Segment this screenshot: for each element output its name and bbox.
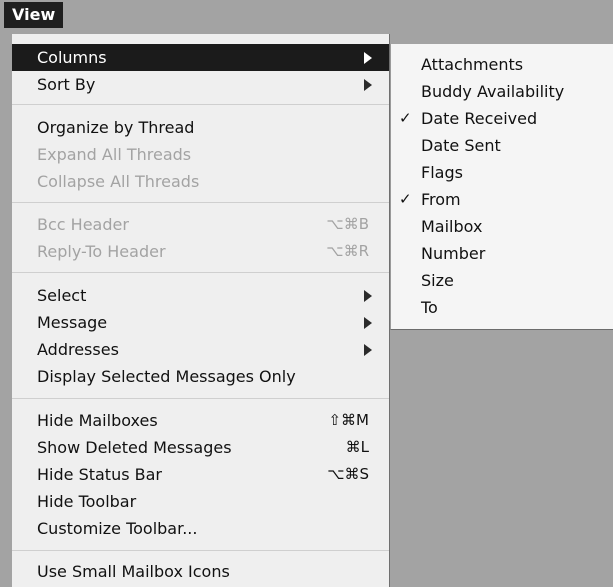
menu-item-use-small-mailbox-icons[interactable]: Use Small Mailbox Icons: [12, 558, 389, 585]
menu-item-label: Organize by Thread: [37, 118, 195, 137]
menu-item-label: Use Small Mailbox Icons: [37, 562, 230, 581]
menu-separator: [12, 398, 389, 399]
menu-item-customize-toolbar[interactable]: Customize Toolbar...: [12, 515, 389, 542]
menu-item-display-selected-messages-only[interactable]: Display Selected Messages Only: [12, 363, 389, 390]
menu-item-label: Hide Status Bar: [37, 465, 162, 484]
submenu-item-date-received[interactable]: ✓ Date Received: [391, 105, 613, 132]
menu-separator: [12, 104, 389, 105]
menu-separator: [12, 550, 389, 551]
submenu-item-label: Mailbox: [421, 217, 483, 236]
shortcut-label: ⇧⌘M: [328, 411, 369, 429]
submenu-arrow-icon: [364, 290, 372, 302]
submenu-item-label: To: [421, 298, 438, 317]
submenu-item-to[interactable]: To: [391, 294, 613, 321]
submenu-item-mailbox[interactable]: Mailbox: [391, 213, 613, 240]
submenu-item-date-sent[interactable]: Date Sent: [391, 132, 613, 159]
menu-item-sort-by[interactable]: Sort By: [12, 71, 389, 98]
menu-item-collapse-all-threads[interactable]: Collapse All Threads: [12, 168, 389, 195]
menu-item-label: Select: [37, 286, 87, 305]
submenu-item-label: Flags: [421, 163, 463, 182]
menu-item-organize-by-thread[interactable]: Organize by Thread: [12, 114, 389, 141]
submenu-item-label: Attachments: [421, 55, 524, 74]
submenu-arrow-icon: [364, 317, 372, 329]
submenu-item-number[interactable]: Number: [391, 240, 613, 267]
menu-item-label: Display Selected Messages Only: [37, 367, 296, 386]
menu-item-label: Reply-To Header: [37, 242, 166, 261]
menu-item-label: Show Deleted Messages: [37, 438, 232, 457]
menu-item-bcc-header[interactable]: Bcc Header ⌥⌘B: [12, 211, 389, 238]
menu-item-hide-status-bar[interactable]: Hide Status Bar ⌥⌘S: [12, 461, 389, 488]
menu-item-label: Sort By: [37, 75, 96, 94]
menu-separator: [12, 202, 389, 203]
menu-item-expand-all-threads[interactable]: Expand All Threads: [12, 141, 389, 168]
menu-item-label: Hide Toolbar: [37, 492, 137, 511]
menu-item-label: Bcc Header: [37, 215, 129, 234]
menu-item-label: Columns: [37, 48, 107, 67]
menu-title-view[interactable]: View: [4, 2, 64, 28]
submenu-item-label: From: [421, 190, 461, 209]
submenu-item-attachments[interactable]: Attachments: [391, 51, 613, 78]
menu-item-addresses[interactable]: Addresses: [12, 336, 389, 363]
menu-item-label: Hide Mailboxes: [37, 411, 158, 430]
menu-item-show-deleted-messages[interactable]: Show Deleted Messages ⌘L: [12, 434, 389, 461]
menu-item-columns[interactable]: Columns: [12, 44, 389, 71]
submenu-item-label: Date Received: [421, 109, 538, 128]
checkmark-icon: ✓: [399, 190, 412, 208]
shortcut-label: ⌥⌘R: [326, 242, 369, 260]
menu-item-label: Addresses: [37, 340, 119, 359]
shortcut-label: ⌥⌘S: [327, 465, 369, 483]
shortcut-label: ⌘L: [345, 438, 369, 456]
submenu-arrow-icon: [364, 344, 372, 356]
menu-item-hide-toolbar[interactable]: Hide Toolbar: [12, 488, 389, 515]
menu-item-label: Collapse All Threads: [37, 172, 200, 191]
view-menu: Columns Sort By Organize by Thread Expan…: [12, 34, 390, 587]
submenu-item-label: Date Sent: [421, 136, 501, 155]
menu-item-reply-to-header[interactable]: Reply-To Header ⌥⌘R: [12, 238, 389, 265]
checkmark-icon: ✓: [399, 109, 412, 127]
menu-item-hide-mailboxes[interactable]: Hide Mailboxes ⇧⌘M: [12, 407, 389, 434]
menu-item-label: Expand All Threads: [37, 145, 192, 164]
columns-submenu: Attachments Buddy Availability ✓ Date Re…: [390, 44, 613, 330]
menu-item-select[interactable]: Select: [12, 282, 389, 309]
submenu-item-flags[interactable]: Flags: [391, 159, 613, 186]
submenu-item-label: Buddy Availability: [421, 82, 565, 101]
submenu-item-label: Size: [421, 271, 454, 290]
submenu-item-size[interactable]: Size: [391, 267, 613, 294]
menu-item-label: Message: [37, 313, 108, 332]
submenu-arrow-icon: [364, 52, 372, 64]
shortcut-label: ⌥⌘B: [326, 215, 369, 233]
submenu-item-from[interactable]: ✓ From: [391, 186, 613, 213]
submenu-item-label: Number: [421, 244, 486, 263]
submenu-item-buddy-availability[interactable]: Buddy Availability: [391, 78, 613, 105]
menu-separator: [12, 272, 389, 273]
menu-item-message[interactable]: Message: [12, 309, 389, 336]
menu-item-label: Customize Toolbar...: [37, 519, 198, 538]
submenu-arrow-icon: [364, 79, 372, 91]
